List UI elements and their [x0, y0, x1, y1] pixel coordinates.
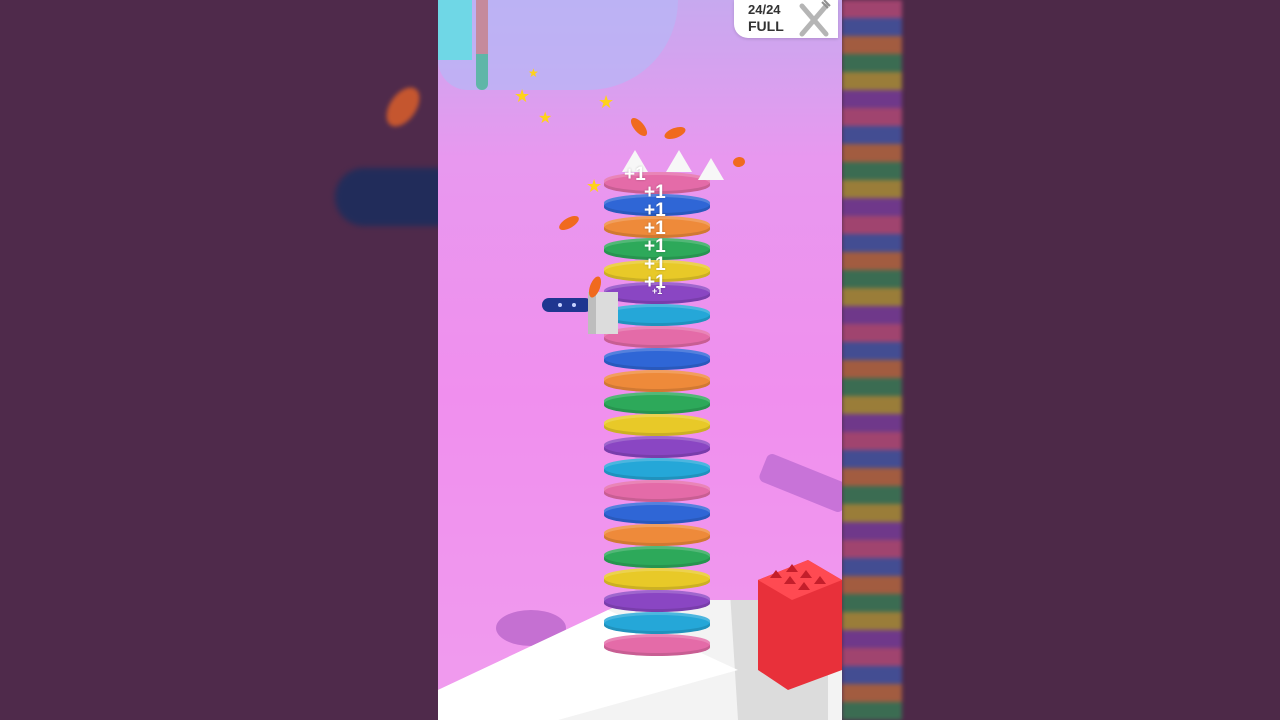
leaf-decoration [379, 81, 427, 133]
score-popup: +1 [652, 286, 663, 296]
pole [476, 0, 488, 90]
cake-layer [604, 612, 710, 634]
cake-layer [604, 414, 710, 436]
cake-crumb [732, 156, 746, 168]
fork-knife-icon [799, 0, 831, 37]
left-blur-panel [0, 0, 438, 720]
sky-cloud [438, 0, 678, 90]
cake-layer [604, 436, 710, 458]
star-sparkle: ★ [586, 176, 603, 196]
spike-block [758, 560, 842, 690]
cake-layer [604, 348, 710, 370]
cream-topping [666, 150, 692, 172]
cake-crumb [556, 213, 582, 233]
star-sparkle: ★ [514, 86, 531, 106]
cake-layer [604, 634, 710, 656]
score-popup: +1 [624, 164, 646, 185]
capacity-badge: 24/24 FULL [734, 0, 838, 38]
capacity-status: FULL [748, 18, 784, 34]
cake-layer [604, 502, 710, 524]
star-sparkle: ★ [598, 92, 615, 112]
sky-object [438, 0, 472, 60]
cake-layer [604, 568, 710, 590]
tower-blur [842, 0, 902, 720]
cake-layer [604, 546, 710, 568]
shadow [757, 452, 842, 514]
knife [542, 292, 618, 334]
cake-layer [604, 480, 710, 502]
cake-layer [604, 590, 710, 612]
cake-layer [604, 370, 710, 392]
cake-crumb [662, 124, 688, 142]
star-sparkle: ★ [538, 110, 553, 127]
cream-topping [698, 158, 724, 180]
cake-crumb [628, 115, 650, 139]
cake-layer [604, 524, 710, 546]
capacity-count: 24/24 [748, 2, 781, 17]
cake-layer [604, 392, 710, 414]
cake-layer [604, 458, 710, 480]
star-sparkle: ★ [528, 66, 539, 80]
knife-blur [335, 168, 438, 226]
right-blur-panel [842, 0, 1280, 720]
game-viewport[interactable]: +1 +1 +1 +1 +1 +1 +1 +1 ★ ★ ★ ★ ★ 24/24 FULL [438, 0, 842, 720]
